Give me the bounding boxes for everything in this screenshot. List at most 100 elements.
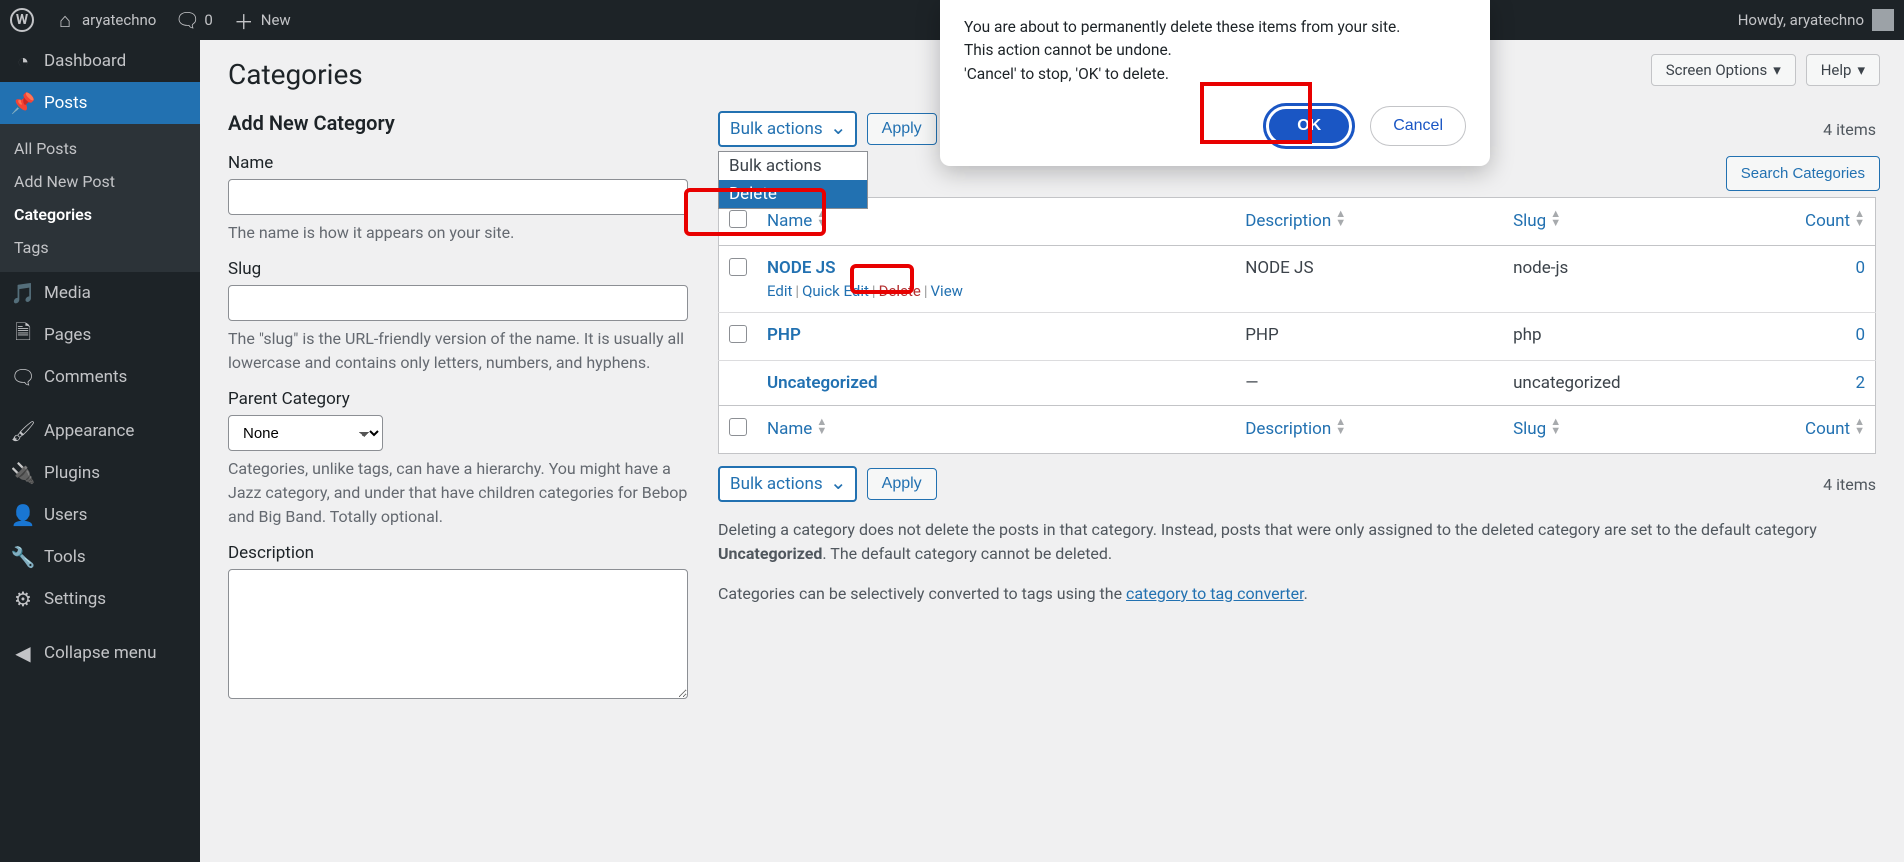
screen-options-tab[interactable]: Screen Options▾ <box>1651 54 1796 86</box>
parent-select[interactable]: None <box>228 415 383 451</box>
plug-icon: 🔌 <box>12 462 34 484</box>
action-view[interactable]: View <box>931 282 963 300</box>
dialog-cancel-button[interactable]: Cancel <box>1370 106 1466 146</box>
dialog-line-1: You are about to permanently delete thes… <box>964 16 1466 39</box>
chevron-down-icon: ▾ <box>1857 61 1865 79</box>
row-title-link[interactable]: Uncategorized <box>767 373 878 393</box>
action-quick-edit[interactable]: Quick Edit <box>802 282 869 300</box>
col-count[interactable]: Count▲▼ <box>1805 211 1865 231</box>
sort-icon: ▲▼ <box>816 210 827 228</box>
categories-table: Name▲▼ Description▲▼ Slug▲▼ Count▲▼ NODE… <box>718 197 1876 454</box>
row-count-link[interactable]: 0 <box>1855 325 1865 345</box>
dialog-ok-button[interactable]: OK <box>1266 106 1352 146</box>
slug-label: Slug <box>228 259 688 279</box>
table-row: Uncategorized —uncategorized 2 <box>719 361 1876 406</box>
description-textarea[interactable] <box>228 569 688 699</box>
slug-input[interactable] <box>228 285 688 321</box>
col-description[interactable]: Description▲▼ <box>1245 211 1346 231</box>
row-description: — <box>1235 361 1503 406</box>
user-icon: 👤 <box>12 504 34 526</box>
col-slug-foot[interactable]: Slug▲▼ <box>1513 419 1561 439</box>
col-description-foot[interactable]: Description▲▼ <box>1245 419 1346 439</box>
menu-comments[interactable]: 🗨Comments <box>0 356 200 398</box>
delete-note: Deleting a category does not delete the … <box>718 518 1876 566</box>
howdy-text: Howdy, aryatechno <box>1738 11 1864 29</box>
apply-button-bottom[interactable]: Apply <box>867 468 937 500</box>
site-link[interactable]: ⌂aryatechno <box>54 9 156 31</box>
row-checkbox[interactable] <box>729 325 747 343</box>
action-edit[interactable]: Edit <box>767 282 792 300</box>
apply-button-top[interactable]: Apply <box>867 113 937 145</box>
parent-help: Categories, unlike tags, can have a hier… <box>228 457 688 529</box>
bulk-option-bulk[interactable]: Bulk actions <box>719 152 867 180</box>
new-label: New <box>261 11 291 29</box>
select-all-bottom[interactable] <box>729 418 747 436</box>
description-label: Description <box>228 543 688 563</box>
convert-note: Categories can be selectively converted … <box>718 582 1876 606</box>
menu-media[interactable]: 🎵Media <box>0 272 200 314</box>
action-delete[interactable]: Delete <box>879 282 921 300</box>
items-count-bottom: 4 items <box>1823 475 1876 494</box>
menu-dashboard[interactable]: ◔Dashboard <box>0 40 200 82</box>
menu-posts[interactable]: 📌Posts <box>0 82 200 124</box>
menu-pages[interactable]: 🗎Pages <box>0 314 200 356</box>
comments-link[interactable]: 🗨0 <box>176 9 212 31</box>
menu-settings[interactable]: ⚙Settings <box>0 578 200 620</box>
bulk-actions-select[interactable]: Bulk actions <box>718 111 857 147</box>
bulk-option-delete[interactable]: Delete <box>719 180 867 208</box>
row-slug: php <box>1503 313 1785 361</box>
row-title-link[interactable]: NODE JS <box>767 258 835 278</box>
select-all-top[interactable] <box>729 210 747 228</box>
submenu-tags[interactable]: Tags <box>0 231 200 264</box>
col-name-foot[interactable]: Name▲▼ <box>767 419 827 439</box>
pin-icon: 📌 <box>12 92 34 114</box>
help-tab[interactable]: Help▾ <box>1806 54 1880 86</box>
media-icon: 🎵 <box>12 282 34 304</box>
row-count-link[interactable]: 0 <box>1855 258 1865 278</box>
col-name[interactable]: Name▲▼ <box>767 211 827 231</box>
submenu-categories[interactable]: Categories <box>0 198 200 231</box>
menu-users[interactable]: 👤Users <box>0 494 200 536</box>
table-row: NODE JSEdit|Quick Edit|Delete|ViewNODE J… <box>719 246 1876 313</box>
bulk-actions-select-bottom[interactable]: Bulk actions <box>718 466 857 502</box>
categories-list: Bulk actions Bulk actions Delete Apply 4… <box>718 111 1876 703</box>
avatar <box>1872 9 1894 31</box>
parent-label: Parent Category <box>228 389 688 409</box>
pages-icon: 🗎 <box>12 324 34 346</box>
comments-icon: 🗨 <box>12 366 34 388</box>
sort-icon: ▲▼ <box>1550 210 1561 228</box>
menu-appearance[interactable]: 🖌Appearance <box>0 410 200 452</box>
name-help: The name is how it appears on your site. <box>228 221 688 245</box>
col-slug[interactable]: Slug▲▼ <box>1513 211 1561 231</box>
brush-icon: 🖌 <box>12 420 34 442</box>
search-categories-button[interactable]: Search Categories <box>1726 156 1880 191</box>
items-count-top: 4 items <box>1823 120 1876 139</box>
col-count-foot[interactable]: Count▲▼ <box>1805 419 1865 439</box>
howdy-link[interactable]: Howdy, aryatechno <box>1738 9 1894 31</box>
wrench-icon: 🔧 <box>12 546 34 568</box>
row-title-link[interactable]: PHP <box>767 325 801 345</box>
submenu-posts: All Posts Add New Post Categories Tags <box>0 124 200 272</box>
add-category-form: Add New Category Name The name is how it… <box>228 111 688 703</box>
slug-help: The "slug" is the URL-friendly version o… <box>228 327 688 375</box>
menu-collapse[interactable]: ◀Collapse menu <box>0 632 200 674</box>
row-slug: uncategorized <box>1503 361 1785 406</box>
submenu-all-posts[interactable]: All Posts <box>0 132 200 165</box>
new-link[interactable]: ＋New <box>233 9 291 31</box>
wp-logo[interactable]: W <box>10 8 34 32</box>
menu-plugins[interactable]: 🔌Plugins <box>0 452 200 494</box>
converter-link[interactable]: category to tag converter <box>1126 584 1304 603</box>
sort-icon: ▲▼ <box>816 418 827 436</box>
bulk-actions-dropdown: Bulk actions Delete <box>718 151 868 209</box>
sort-icon: ▲▼ <box>1335 210 1346 228</box>
name-label: Name <box>228 153 688 173</box>
row-description: NODE JS <box>1235 246 1503 313</box>
row-checkbox[interactable] <box>729 258 747 276</box>
comments-count: 0 <box>204 11 212 29</box>
name-input[interactable] <box>228 179 688 215</box>
menu-tools[interactable]: 🔧Tools <box>0 536 200 578</box>
form-heading: Add New Category <box>228 111 688 135</box>
submenu-add-new-post[interactable]: Add New Post <box>0 165 200 198</box>
row-count-link[interactable]: 2 <box>1855 373 1865 393</box>
comment-icon: 🗨 <box>176 9 198 31</box>
